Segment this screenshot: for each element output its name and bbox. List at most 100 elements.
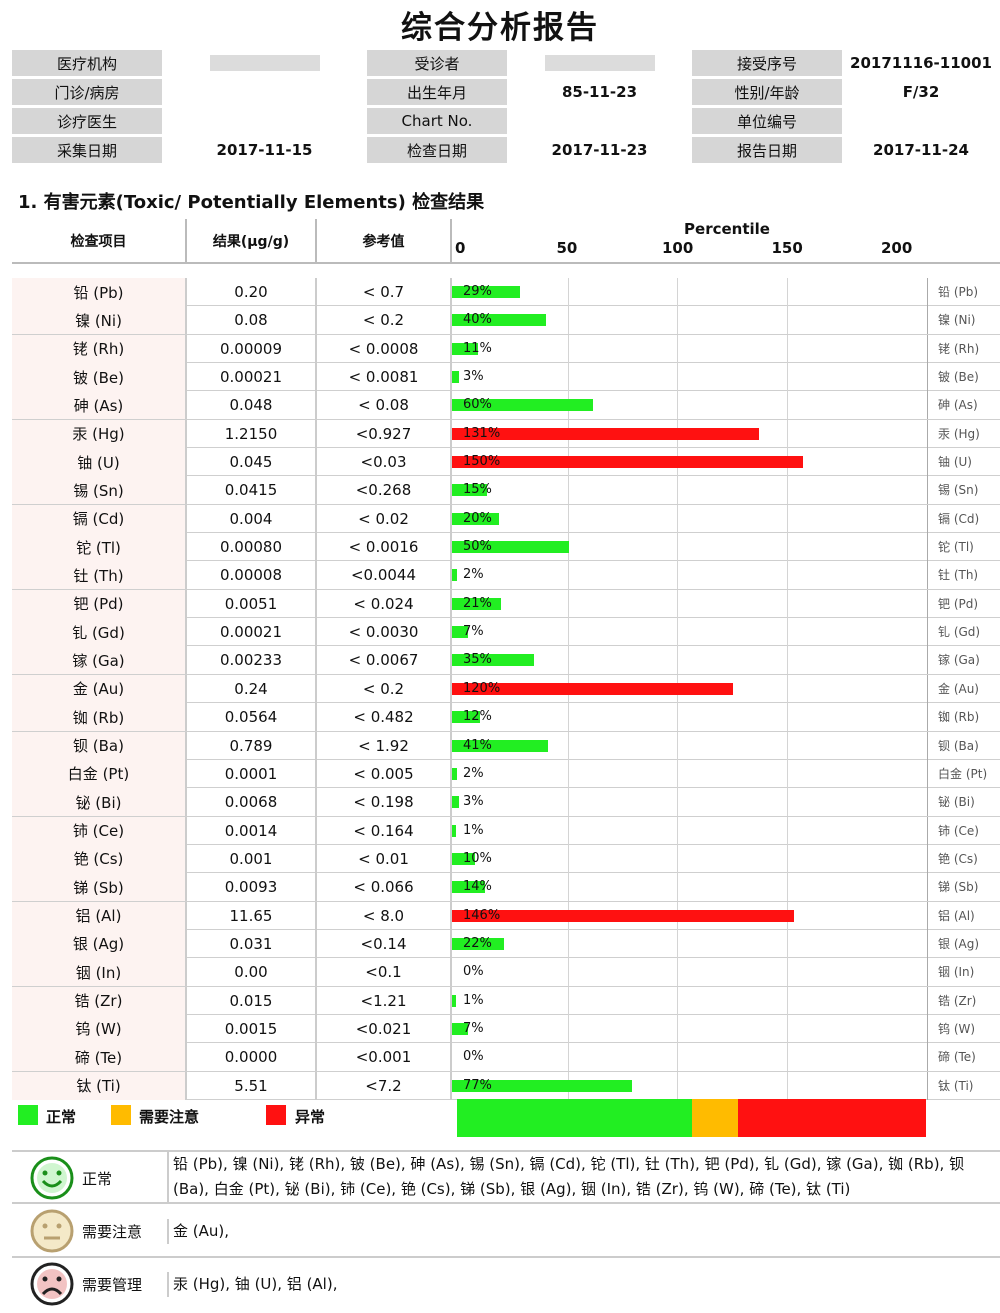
grid-line xyxy=(677,844,678,873)
axis-tick-label: 50 xyxy=(556,239,578,257)
bar-area: 2% xyxy=(452,561,928,590)
table-row: 银 (Ag) 0.031 <0.14 22% 银 (Ag) xyxy=(12,929,1000,959)
table-row: 铝 (Al) 11.65 < 8.0 146% 铝 (Al) xyxy=(12,901,1000,930)
info-value: 2017-11-15 xyxy=(162,137,367,163)
element-result: 0.031 xyxy=(187,929,317,958)
percentile-label: 14% xyxy=(463,879,492,895)
scale-segment-attention xyxy=(691,1099,739,1137)
grid-line xyxy=(677,561,678,590)
grid-line xyxy=(677,363,678,392)
percentile-label: 12% xyxy=(463,709,492,725)
bar-area: 77% xyxy=(452,1071,928,1100)
info-label: 出生年月 xyxy=(367,79,507,105)
summary-row: 需要管理 汞 (Hg), 铀 (U), 铝 (Al), xyxy=(12,1256,1000,1308)
summary-label: 需要管理 xyxy=(82,1276,143,1294)
table-row: 砷 (As) 0.048 < 0.08 60% 砷 (As) xyxy=(12,391,1000,420)
grid-line xyxy=(677,958,678,987)
percentile-bar xyxy=(452,569,457,582)
element-reference: < 0.164 xyxy=(317,816,452,845)
info-value xyxy=(507,108,692,134)
bar-area: 22% xyxy=(452,929,928,958)
element-result: 0.0015 xyxy=(187,1014,317,1043)
grid-line xyxy=(567,306,569,335)
element-reference: <0.1 xyxy=(317,958,452,987)
bar-area: 41% xyxy=(452,731,928,760)
element-name: 镍 (Ni) xyxy=(12,306,187,335)
side-label: 金 (Au) xyxy=(938,681,979,696)
percentile-label: 77% xyxy=(463,1077,492,1093)
element-reference: < 0.2 xyxy=(317,306,452,335)
header-divider xyxy=(12,262,1000,264)
grid-line xyxy=(677,476,678,505)
grid-line xyxy=(786,589,788,618)
grid-line xyxy=(567,334,569,363)
grid-line xyxy=(677,873,678,902)
bar-area: 131% xyxy=(452,419,928,448)
summary-row: 正常 铅 (Pb), 镍 (Ni), 铑 (Rh), 铍 (Be), 砷 (As)… xyxy=(12,1150,1000,1204)
element-name: 钛 (Ti) xyxy=(12,1071,187,1100)
header-item: 检查项目 xyxy=(12,219,187,263)
grid-line xyxy=(786,703,788,732)
header-result: 结果(μg/g) xyxy=(187,219,317,263)
element-reference: <0.0044 xyxy=(317,561,452,590)
grid-line xyxy=(677,788,678,817)
info-value: 2017-11-24 xyxy=(842,137,1000,163)
grid-line xyxy=(786,419,788,448)
info-label: 性别/年龄 xyxy=(692,79,842,105)
grid-line xyxy=(786,1071,788,1100)
element-result: 0.0000 xyxy=(187,1043,317,1072)
element-name: 碲 (Te) xyxy=(12,1043,187,1072)
grid-line xyxy=(786,278,788,306)
bar-area: 7% xyxy=(452,1014,928,1043)
side-label: 铑 (Rh) xyxy=(938,341,980,356)
legend-abnormal-swatch xyxy=(266,1105,286,1125)
grid-line xyxy=(567,731,569,760)
grid-line xyxy=(786,561,788,590)
side-label: 锡 (Sn) xyxy=(938,483,979,498)
element-reference: < 0.066 xyxy=(317,873,452,902)
grid-line xyxy=(677,504,678,533)
element-name: 金 (Au) xyxy=(12,674,187,703)
bar-area: 7% xyxy=(452,618,928,647)
grid-line xyxy=(786,618,788,647)
percentile-label: 7% xyxy=(463,624,484,640)
percentile-label: 50% xyxy=(463,539,492,555)
element-reference: < 1.92 xyxy=(317,731,452,760)
grid-line xyxy=(786,674,788,703)
percentile-label: 120% xyxy=(463,680,501,696)
grid-line xyxy=(677,1014,678,1043)
grid-line xyxy=(786,816,788,845)
side-label: 镓 (Ga) xyxy=(938,653,980,668)
side-label: 碲 (Te) xyxy=(938,1050,976,1065)
grid-line xyxy=(677,533,678,562)
grid-line xyxy=(567,703,569,732)
element-reference: < 0.482 xyxy=(317,703,452,732)
grid-line xyxy=(786,533,788,562)
axis-tick-label: 150 xyxy=(771,239,803,257)
element-result: 0.0051 xyxy=(187,589,317,618)
side-label: 铈 (Ce) xyxy=(938,823,979,838)
grid-line xyxy=(677,618,678,647)
grid-line xyxy=(786,334,788,363)
side-label: 钨 (W) xyxy=(938,1021,976,1036)
summary-text: 铅 (Pb), 镍 (Ni), 铑 (Rh), 铍 (Be), 砷 (As), … xyxy=(167,1152,997,1204)
element-result: 0.00233 xyxy=(187,646,317,675)
grid-line xyxy=(677,334,678,363)
percentile-label: 20% xyxy=(463,510,492,526)
side-label: 镍 (Ni) xyxy=(938,313,976,328)
element-result: 11.65 xyxy=(187,901,317,930)
bar-area: 1% xyxy=(452,816,928,845)
grid-line xyxy=(567,1043,569,1072)
grid-line xyxy=(567,618,569,647)
grid-line xyxy=(567,844,569,873)
element-result: 0.00008 xyxy=(187,561,317,590)
legend-attention-label: 需要注意 xyxy=(139,1108,200,1126)
element-result: 0.08 xyxy=(187,306,317,335)
side-label: 镉 (Cd) xyxy=(938,511,980,526)
grid-line xyxy=(786,731,788,760)
bar-area: 35% xyxy=(452,646,928,675)
grid-line xyxy=(677,646,678,675)
summary-text: 汞 (Hg), 铀 (U), 铝 (Al), xyxy=(167,1271,997,1297)
grid-line xyxy=(786,1014,788,1043)
grid-line xyxy=(567,646,569,675)
